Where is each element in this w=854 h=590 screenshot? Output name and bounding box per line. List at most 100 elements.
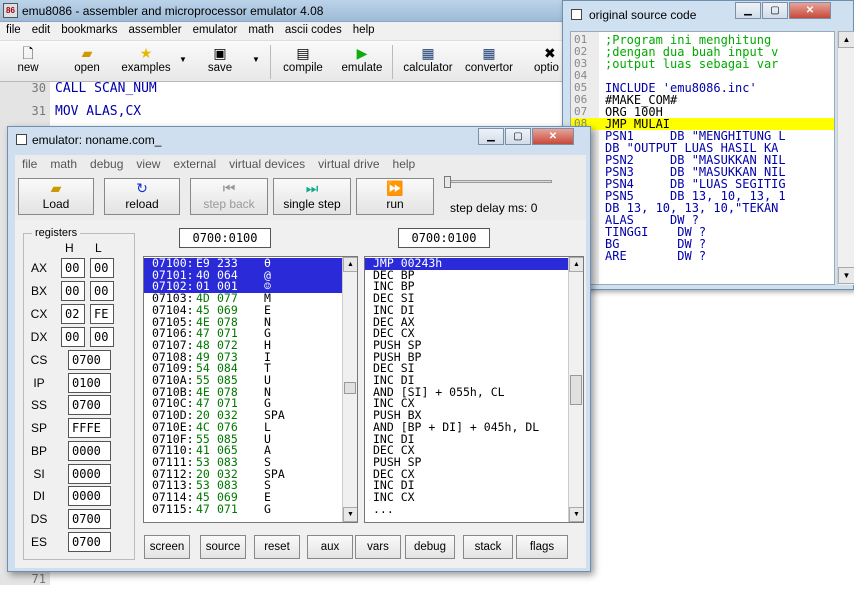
scroll-up-icon[interactable]: ▲ xyxy=(838,31,854,48)
emu-menu-external[interactable]: external xyxy=(166,155,222,171)
close-button[interactable]: ✕ xyxy=(532,128,574,145)
single-step-button[interactable]: ⏭ single step xyxy=(273,178,351,215)
load-button[interactable]: ▰ Load xyxy=(18,178,94,215)
disassembly-list[interactable]: JMP 00243h DEC BP INC BP DEC SI INC DI DEC AX… xyxy=(364,256,584,523)
scroll-thumb[interactable] xyxy=(344,382,356,394)
calculator-icon: ▦ xyxy=(421,45,435,61)
emulator-window-title: emulator: noname.com_ xyxy=(32,133,162,147)
maximize-button[interactable]: ▢ xyxy=(505,128,531,145)
emulate-button[interactable]: ▶ emulate xyxy=(337,43,387,80)
emu-menu-math[interactable]: math xyxy=(43,155,83,171)
examples-button[interactable]: ★ examples xyxy=(117,43,175,80)
register-ss-value[interactable]: 0700 xyxy=(68,395,111,416)
screen-button[interactable]: screen xyxy=(144,535,190,559)
save-dropdown-arrow-icon[interactable]: ▼ xyxy=(252,55,260,64)
step-delay-slider[interactable] xyxy=(443,176,563,192)
step-back-button[interactable]: ⏮ step back xyxy=(190,178,268,215)
emu-menu-view[interactable]: view xyxy=(129,155,166,171)
reload-button[interactable]: ↻ reload xyxy=(104,178,180,215)
vars-button[interactable]: vars xyxy=(355,535,401,559)
register-sp-value[interactable]: FFFE xyxy=(68,418,111,439)
disassembly-row[interactable]: ... xyxy=(365,503,569,516)
register-name-ds: DS xyxy=(30,511,48,526)
reset-button[interactable]: reset xyxy=(254,535,300,559)
scroll-up-icon[interactable]: ▲ xyxy=(343,257,357,272)
register-ip-value[interactable]: 0100 xyxy=(68,372,111,393)
new-button[interactable]: 🗋 new xyxy=(8,43,48,80)
register-name-ax: AX xyxy=(30,261,47,275)
emu-menu-file[interactable]: file xyxy=(15,155,43,171)
source-code-view[interactable]: 01 ;Program ini menghitung 02 ;dengan dua b… xyxy=(570,31,835,285)
memory-address-input[interactable]: 0700:0100 xyxy=(179,228,271,248)
emu-menu-help[interactable]: help xyxy=(386,155,422,171)
maximize-button[interactable]: ▢ xyxy=(762,2,788,19)
disassembly-row[interactable]: INC CX xyxy=(365,491,569,504)
run-button[interactable]: ⏩ run xyxy=(356,178,434,215)
save-button[interactable]: ▣ save xyxy=(200,43,240,80)
convertor-button[interactable]: ▦ convertor xyxy=(460,43,518,80)
menu-assembler[interactable]: assembler xyxy=(123,22,187,36)
menu-edit[interactable]: edit xyxy=(26,22,56,36)
register-cx-low[interactable]: FE xyxy=(90,304,114,324)
scroll-down-icon[interactable]: ▼ xyxy=(569,507,583,522)
menu-math[interactable]: math xyxy=(242,22,279,36)
open-button[interactable]: ▰ open xyxy=(66,43,108,80)
source-button[interactable]: source xyxy=(200,535,246,559)
compile-button[interactable]: ▤ compile xyxy=(278,43,328,80)
register-ax-high[interactable]: 00 xyxy=(61,258,85,278)
slider-thumb[interactable] xyxy=(444,176,451,188)
load-label: Load xyxy=(42,197,70,211)
examples-dropdown-arrow-icon[interactable]: ▼ xyxy=(179,55,187,64)
menu-emulator[interactable]: emulator xyxy=(187,22,243,36)
emu-menu-virtual-devices[interactable]: virtual devices xyxy=(222,155,311,171)
source-vertical-scrollbar[interactable]: ▲ ▼ xyxy=(837,31,854,285)
stack-button[interactable]: stack xyxy=(463,535,513,559)
menu-file[interactable]: file xyxy=(0,22,26,36)
calculator-button[interactable]: ▦ calculator xyxy=(398,43,458,80)
emu-menu-virtual-drive[interactable]: virtual drive xyxy=(311,155,385,171)
new-file-icon: 🗋 xyxy=(22,45,34,61)
register-bx-low[interactable]: 00 xyxy=(90,281,114,301)
register-es-value[interactable]: 0700 xyxy=(68,531,111,552)
scroll-down-icon[interactable]: ▼ xyxy=(343,507,357,522)
star-icon: ★ xyxy=(139,45,153,61)
scroll-down-icon[interactable]: ▼ xyxy=(838,267,854,284)
register-dx-low[interactable]: 00 xyxy=(90,327,114,347)
disassembly-address-input[interactable]: 0700:0100 xyxy=(398,228,490,248)
register-di-value[interactable]: 0000 xyxy=(68,486,111,507)
flags-button[interactable]: flags xyxy=(516,535,568,559)
emulator-window: emulator: noname.com_ ▁ ▢ ✕ file math debu… xyxy=(7,126,591,572)
register-cs-value[interactable]: 0700 xyxy=(68,350,111,370)
register-cx-high[interactable]: 02 xyxy=(61,304,85,324)
emu-menu-debug[interactable]: debug xyxy=(83,155,129,171)
source-window-icon xyxy=(571,9,582,20)
scroll-thumb[interactable] xyxy=(570,375,582,405)
disassembly-scrollbar[interactable]: ▲ ▼ xyxy=(568,257,583,522)
memory-row[interactable]: 07115: 47 071 G xyxy=(144,501,344,516)
register-name-cs: CS xyxy=(30,353,48,367)
memory-list[interactable]: 07100: E9 233 θ 07101: 40 064 @07102: 01 001 ☺ 0710… xyxy=(143,256,358,523)
register-bx-high[interactable]: 00 xyxy=(61,281,85,301)
register-ax-low[interactable]: 00 xyxy=(90,258,114,278)
debug-button[interactable]: debug xyxy=(405,535,455,559)
menu-help[interactable]: help xyxy=(347,22,380,36)
menu-bookmarks[interactable]: bookmarks xyxy=(55,22,122,36)
close-button[interactable]: ✕ xyxy=(789,2,831,19)
low-byte-header: L xyxy=(95,241,102,255)
minimize-button[interactable]: ▁ xyxy=(478,128,504,145)
register-ds-value[interactable]: 0700 xyxy=(68,508,111,529)
minimize-button[interactable]: ▁ xyxy=(735,2,761,19)
register-dx-high[interactable]: 00 xyxy=(61,327,85,347)
register-name-bx: BX xyxy=(30,284,47,298)
menu-ascii-codes[interactable]: ascii codes xyxy=(279,22,347,36)
editor-line: 30 CALL SCAN_NUM xyxy=(0,81,157,99)
register-bp-value[interactable]: 0000 xyxy=(68,440,111,461)
scroll-up-icon[interactable]: ▲ xyxy=(569,257,583,272)
step-delay-label: step delay ms: 0 xyxy=(450,201,538,215)
register-si-value[interactable]: 0000 xyxy=(68,463,111,484)
options-button[interactable]: ✖ optio xyxy=(530,43,562,80)
aux-button[interactable]: aux xyxy=(307,535,353,559)
memory-scrollbar[interactable]: ▲ ▼ xyxy=(342,257,357,522)
memory-hex: 47 xyxy=(196,501,210,516)
emulator-window-icon xyxy=(16,134,27,145)
